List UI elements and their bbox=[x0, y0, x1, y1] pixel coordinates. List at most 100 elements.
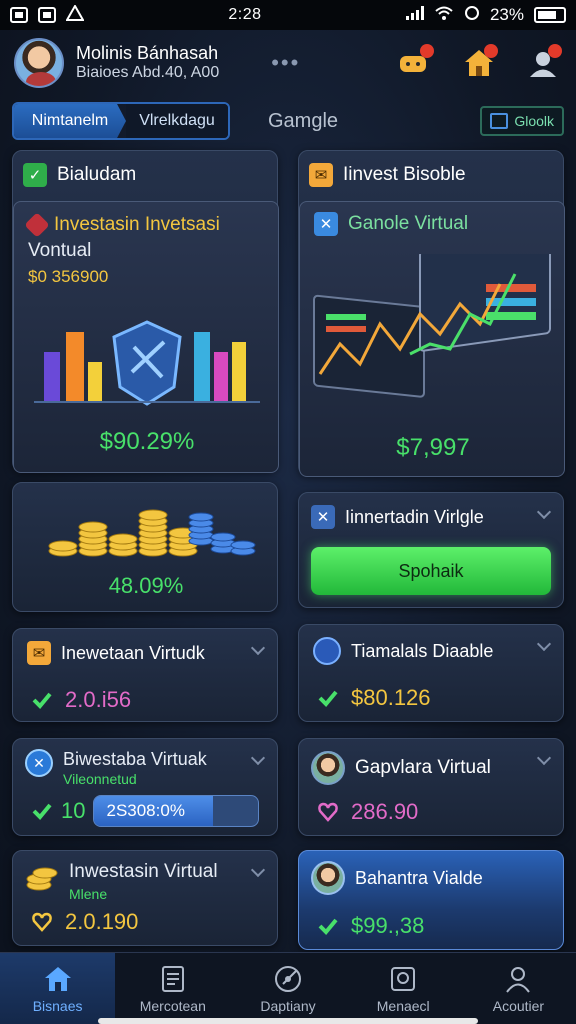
invest-value: $7,997 bbox=[396, 434, 470, 461]
tools-icon: ✕ bbox=[311, 505, 335, 529]
list-card-5-subtitle: Mlene bbox=[69, 886, 108, 902]
progress-bar: 2S308:0% bbox=[93, 795, 260, 827]
heart-icon bbox=[32, 912, 52, 932]
user-icon bbox=[503, 964, 533, 994]
investment-panel: Investasin Invetsasi Vontual $0 356900 $… bbox=[13, 201, 279, 473]
list-card-4-value: 286.90 bbox=[351, 799, 419, 824]
action-card: ✕ Iinnertadin Virlgle Spohaik bbox=[298, 492, 564, 608]
avatar[interactable] bbox=[14, 38, 64, 88]
list-card-1-title: Inewetaan Virtudk bbox=[61, 642, 205, 663]
list-card-2-title: Tiamalals Diaable bbox=[351, 640, 494, 661]
investment-subtitle: Vontual bbox=[28, 240, 92, 261]
avatar bbox=[311, 751, 345, 785]
nav-item-documents[interactable]: Mercotean bbox=[115, 953, 230, 1024]
tab-gamgle[interactable]: Gamgle bbox=[268, 110, 338, 133]
check-icon bbox=[318, 918, 338, 935]
coin-icon bbox=[313, 637, 341, 665]
bottom-navigation: Bisnaes Mercotean Daptiany Menaecl Acout… bbox=[0, 952, 576, 1024]
check-icon bbox=[318, 690, 338, 707]
status-bar: 2:28 23% bbox=[0, 0, 576, 30]
notification-badge bbox=[548, 44, 562, 58]
list-card-4[interactable]: Gapvlara Virtual 286.90 bbox=[298, 738, 564, 836]
signal-icon bbox=[405, 5, 424, 25]
battery-percent: 23% bbox=[489, 5, 524, 24]
list-card-1-value: 2.0.i56 bbox=[65, 687, 132, 712]
chart-panel-title: Ganole Virtual bbox=[348, 213, 469, 234]
check-icon bbox=[32, 692, 52, 709]
balance-value: $90.29% bbox=[99, 428, 195, 455]
user-subtitle: Biaioes Abd.40, A00 bbox=[76, 64, 220, 81]
x-coin-icon: ✕ bbox=[25, 749, 53, 777]
mail-icon: ✉ bbox=[27, 641, 51, 665]
tab-gloolk[interactable]: Gloolk bbox=[480, 106, 564, 136]
trading-screens-illustration bbox=[313, 254, 551, 398]
list-card-4-title: Gapvlara Virtual bbox=[355, 757, 491, 778]
nav-item-media[interactable]: Menaecl bbox=[346, 953, 461, 1024]
nav-label: Bisnaes bbox=[32, 997, 83, 1014]
list-card-1[interactable]: ✉ Inewetaan Virtudk 2.0.i56 bbox=[12, 628, 278, 722]
tab-secondary[interactable]: Vlrelkdagu bbox=[126, 104, 228, 138]
balance-card-title: Bialudam bbox=[57, 164, 137, 185]
sync-icon bbox=[464, 5, 480, 26]
target-icon bbox=[273, 964, 303, 994]
chat-notification-button[interactable] bbox=[396, 44, 434, 82]
more-menu-icon[interactable]: ••• bbox=[271, 50, 300, 76]
user-info: Molinis Bánhasah Biaioes Abd.40, A00 bbox=[76, 43, 219, 83]
coins-stack-illustration bbox=[48, 509, 256, 557]
segmented-tabs: Nimtanelm Vlrelkdagu bbox=[12, 102, 230, 140]
list-card-5[interactable]: Inwestasin Virtual Mlene 2.0.190 bbox=[12, 850, 278, 946]
nav-label: Acoutier bbox=[492, 997, 545, 1014]
invest-card[interactable]: ✉ Iinvest Bisoble ✕ Ganole Virtual $7,99… bbox=[298, 150, 565, 477]
list-card-2-value: $80.126 bbox=[351, 685, 431, 710]
clock: 2:28 bbox=[228, 6, 262, 23]
nav-label: Menaecl bbox=[376, 997, 430, 1014]
heart-icon bbox=[318, 802, 338, 822]
coins-value: 48.09% bbox=[108, 573, 184, 598]
list-card-3-subtitle: Vileonnetud bbox=[63, 771, 137, 787]
list-card-3-prefix: 10 bbox=[61, 798, 86, 823]
nav-label: Mercotean bbox=[139, 997, 206, 1014]
home-indicator bbox=[98, 1018, 478, 1024]
list-card-3[interactable]: ✕ Biwestaba Virtuak Vileonnetud 10 2S308… bbox=[12, 738, 278, 836]
notification-icon bbox=[10, 7, 28, 23]
coins-icon bbox=[26, 867, 58, 891]
alert-icon bbox=[65, 3, 85, 26]
nav-item-account[interactable]: Acoutier bbox=[461, 953, 576, 1024]
list-card-3-title: Biwestaba Virtuak bbox=[63, 749, 207, 769]
home-icon bbox=[43, 964, 73, 994]
list-card-6[interactable]: Bahantra Vialde $99.,38 bbox=[298, 850, 564, 950]
list-card-6-value: $99.,38 bbox=[351, 913, 425, 938]
tab-primary[interactable]: Nimtanelm bbox=[14, 104, 126, 138]
checkbox-icon: ✓ bbox=[23, 163, 47, 187]
profile-notification-button[interactable] bbox=[524, 44, 562, 82]
investment-title: Investasin Invetsasi bbox=[54, 214, 220, 235]
invest-card-title: Iinvest Bisoble bbox=[343, 164, 466, 185]
photo-frame-icon bbox=[388, 964, 418, 994]
user-name: Molinis Bánhasah bbox=[76, 43, 219, 63]
city-shield-illustration bbox=[34, 320, 260, 406]
home-notification-button[interactable] bbox=[460, 44, 498, 82]
progress-label: 2S308:0% bbox=[106, 801, 185, 820]
nav-item-home[interactable]: Bisnaes bbox=[0, 953, 116, 1024]
balance-card[interactable]: ✓ Bialudam Investasin Invetsasi Vontual … bbox=[12, 150, 279, 473]
document-icon bbox=[158, 964, 188, 994]
tools-icon: ✕ bbox=[314, 212, 338, 236]
action-card-title: Iinnertadin Virlgle bbox=[345, 506, 484, 527]
battery-icon bbox=[533, 7, 566, 23]
tab-bar: Nimtanelm Vlrelkdagu Gamgle Gloolk bbox=[12, 102, 564, 140]
photo-icon bbox=[38, 7, 56, 23]
wifi-icon bbox=[434, 5, 454, 26]
chart-panel: ✕ Ganole Virtual $7,997 bbox=[299, 201, 565, 477]
nav-item-target[interactable]: Daptiany bbox=[230, 953, 345, 1024]
notification-badge bbox=[484, 44, 498, 58]
window-icon bbox=[490, 113, 509, 129]
tab-gloolk-label: Gloolk bbox=[514, 113, 554, 129]
action-button[interactable]: Spohaik bbox=[311, 547, 551, 595]
coins-card[interactable]: 48.09% bbox=[12, 482, 278, 612]
notification-badge bbox=[420, 44, 434, 58]
check-icon bbox=[32, 803, 52, 820]
gem-icon bbox=[24, 212, 50, 238]
list-card-2[interactable]: Tiamalals Diaable $80.126 bbox=[298, 624, 564, 722]
avatar bbox=[311, 861, 345, 895]
list-card-6-title: Bahantra Vialde bbox=[355, 867, 483, 888]
